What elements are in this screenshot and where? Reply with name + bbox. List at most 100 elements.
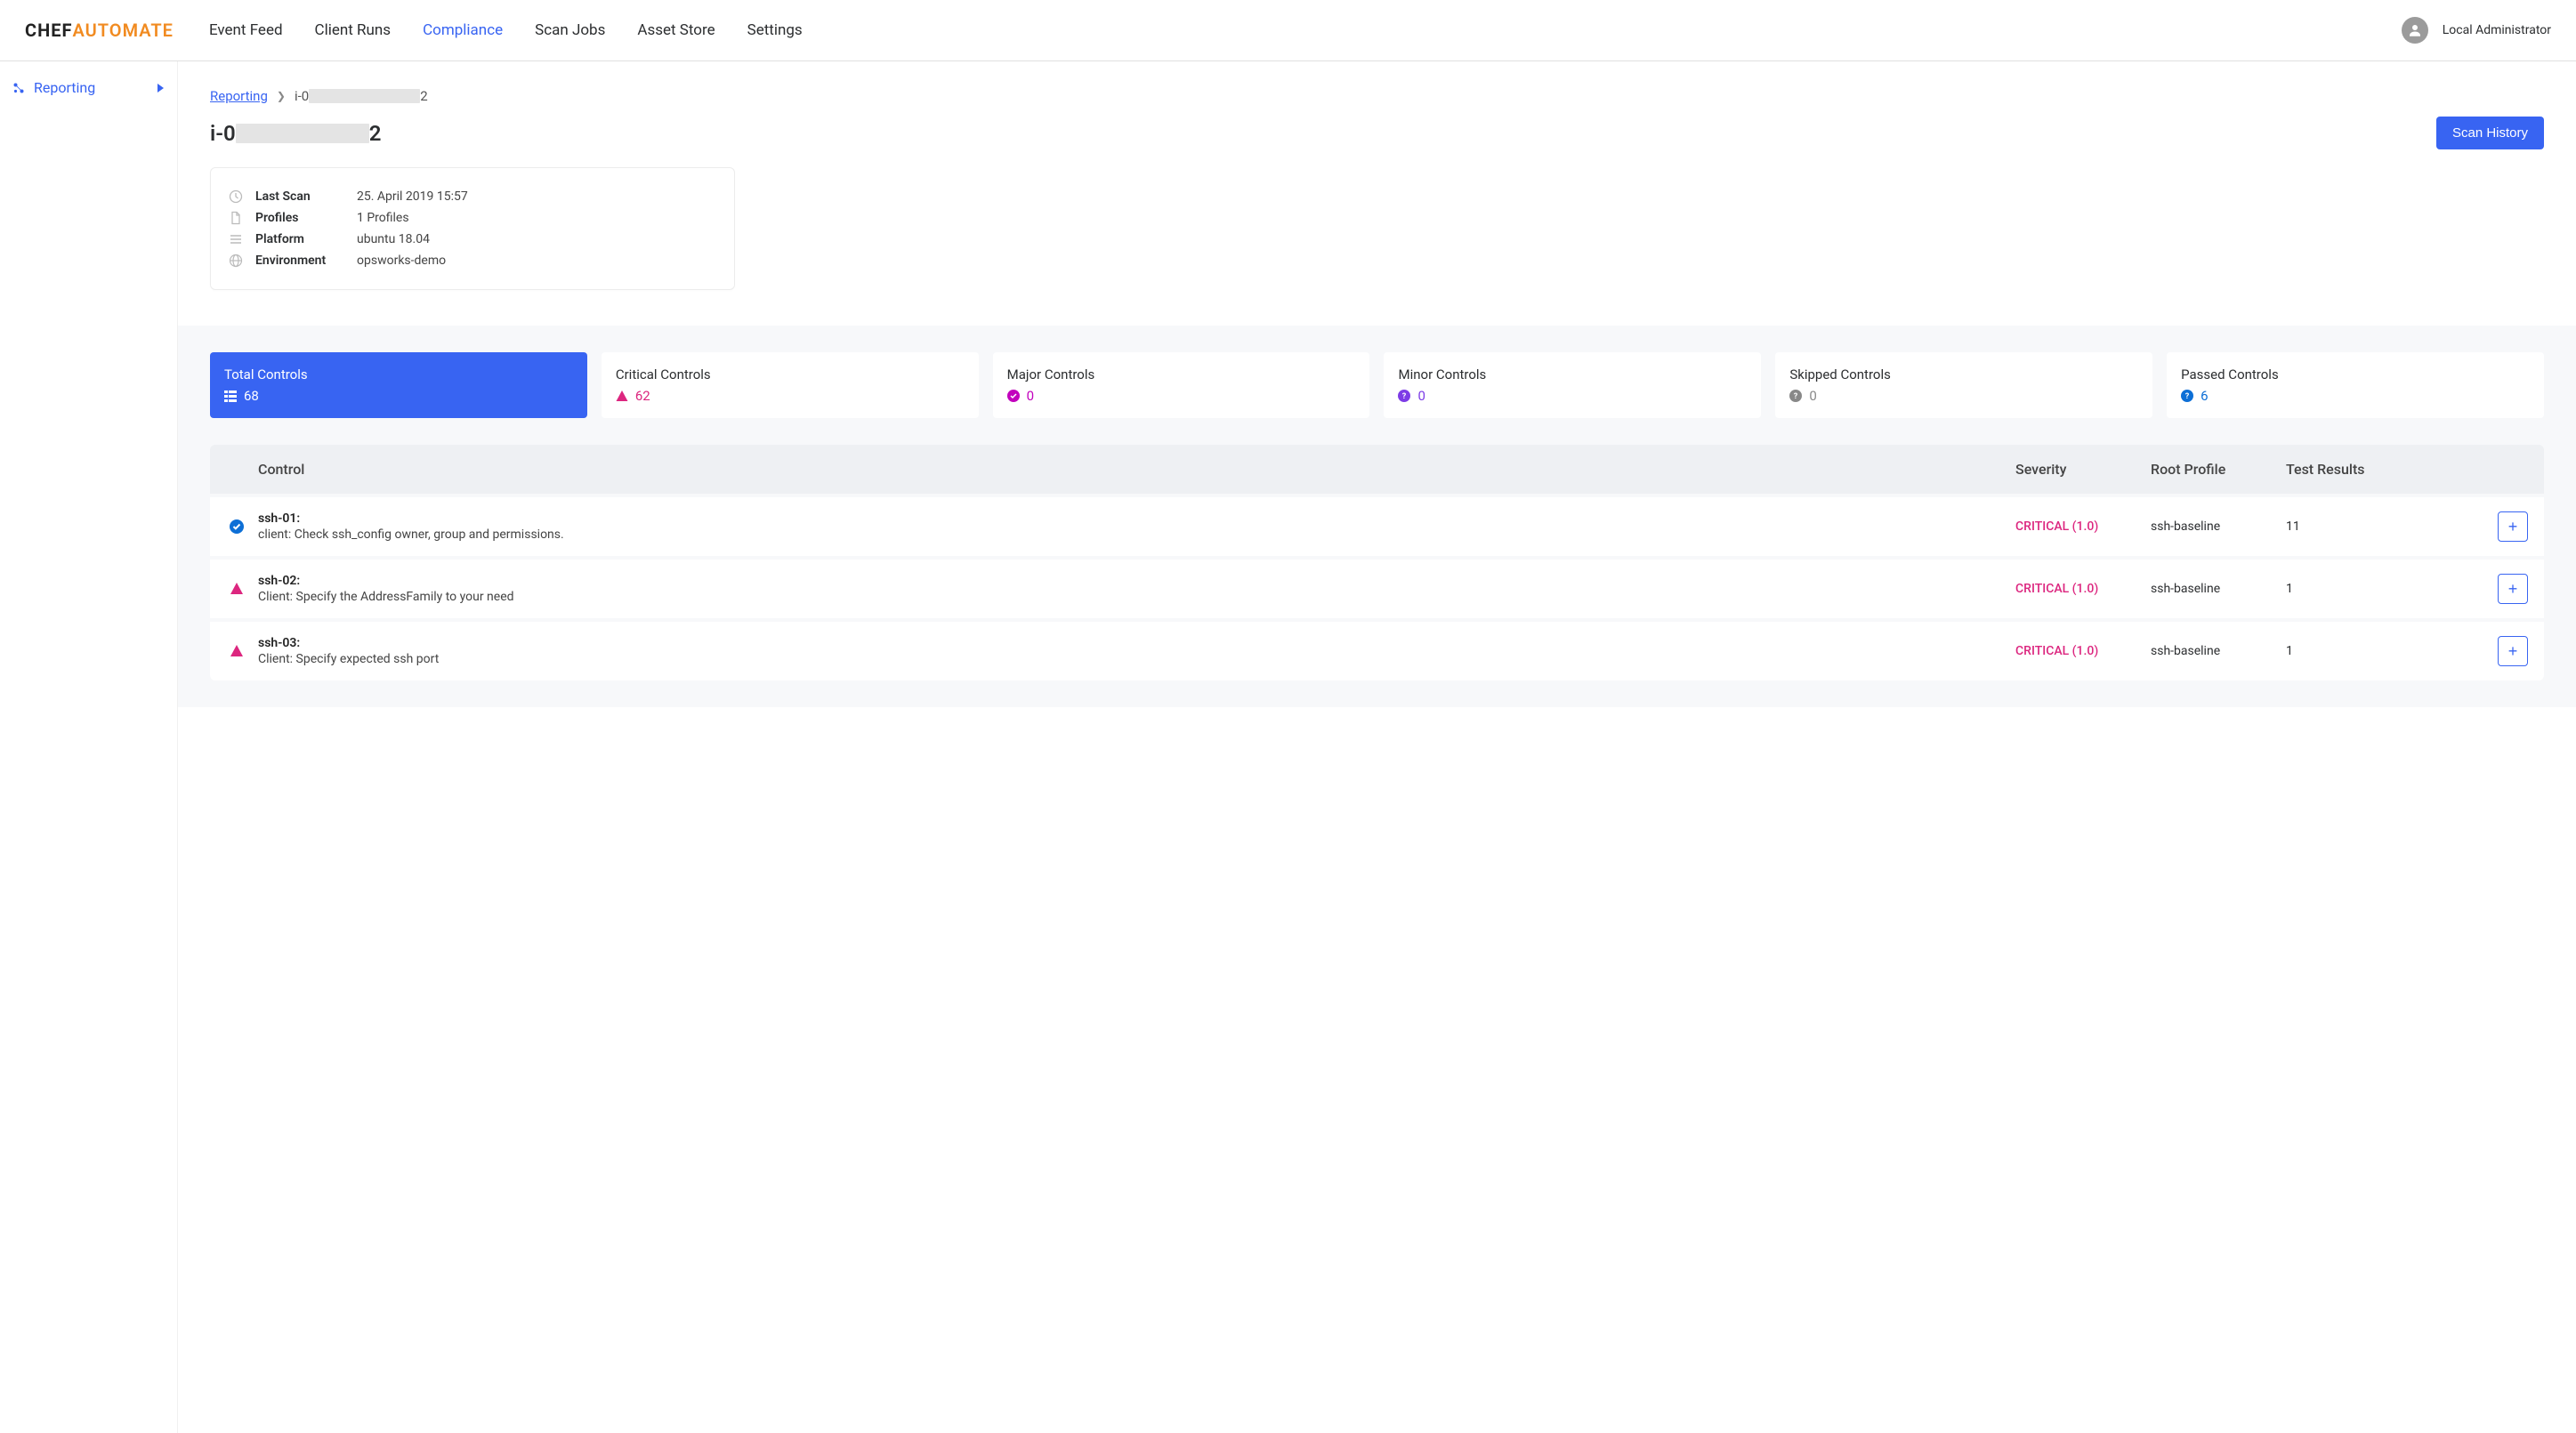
filter-card-major-controls[interactable]: Major Controls 0 [993,352,1370,418]
filter-card-skipped-controls[interactable]: Skipped Controls? 0 [1775,352,2152,418]
title-prefix: i-0 [210,121,236,146]
clock-icon [229,189,243,204]
redacted-text [309,89,420,103]
avatar [2402,17,2428,44]
breadcrumb-prefix: i-0 [295,88,309,104]
col-header-control: Control [258,461,2005,478]
control-cell: ssh-03: Client: Specify expected ssh port [258,636,2005,666]
control-desc: Client: Specify the AddressFamily to you… [258,590,2005,604]
col-header-severity: Severity [2015,461,2140,478]
filter-count: 0 [1809,388,1816,404]
filter-count: 0 [1417,388,1425,404]
filter-title: Skipped Controls [1789,366,2138,382]
filter-count: 0 [1027,388,1034,404]
info-value: ubuntu 18.04 [357,232,430,246]
status-fail-icon [226,583,247,595]
severity-cell: CRITICAL (1.0) [2015,644,2140,658]
controls-table: Control Severity Root Profile Test Resul… [210,445,2544,680]
table-row: ssh-03: Client: Specify expected ssh port… [210,622,2544,680]
top-nav-asset-store[interactable]: Asset Store [637,21,715,39]
sidebar-item-reporting[interactable]: Reporting [12,79,165,96]
control-id: ssh-03: [258,636,2005,650]
svg-text:?: ? [2185,392,2190,401]
scan-history-button[interactable]: Scan History [2436,117,2544,149]
control-cell: ssh-02:Client: Specify the AddressFamily… [258,574,2005,604]
results-cell: 1 [2286,644,2482,658]
filter-card-total-controls[interactable]: Total Controls68 [210,352,587,418]
circle-check-icon [1007,390,1020,402]
file-icon [229,211,243,225]
chevron-right-icon [157,79,165,96]
filter-count: 68 [244,388,259,404]
info-label: Environment [255,254,344,268]
severity-cell: CRITICAL (1.0) [2015,519,2140,534]
col-header-profile: Root Profile [2151,461,2275,478]
logo-chef: CHEF [25,20,72,41]
redacted-text [236,124,369,143]
expand-button[interactable]: + [2498,574,2528,604]
user-area[interactable]: Local Administrator [2402,17,2551,44]
circle-q-icon: ? [2181,390,2193,402]
filter-title: Critical Controls [616,366,965,382]
info-row-profiles: Profiles1 Profiles [229,207,716,229]
profile-cell: ssh-baseline [2151,519,2275,534]
globe-icon [229,254,243,268]
filter-cards: Total Controls68 Critical Controls 62 Major… [210,352,2544,418]
username: Local Administrator [2443,23,2551,37]
table-row: ssh-01:client: Check ssh_config owner, g… [210,497,2544,556]
top-nav: Event Feed Client Runs Compliance Scan Jobs… [209,21,2402,39]
control-desc: Client: Specify expected ssh port [258,652,2005,666]
top-nav-event-feed[interactable]: Event Feed [209,21,283,39]
page-title: i-0 2 [210,121,381,146]
filter-title: Passed Controls [2181,366,2530,382]
list-icon [224,390,237,402]
table-header: Control Severity Root Profile Test Resul… [210,445,2544,494]
col-header-results: Test Results [2286,461,2482,478]
filter-card-passed-controls[interactable]: Passed Controls?6 [2167,352,2544,418]
title-suffix: 2 [369,121,382,146]
nodes-icon [12,82,25,94]
severity-cell: CRITICAL (1.0) [2015,582,2140,596]
breadcrumb-link-reporting[interactable]: Reporting [210,88,268,104]
sidebar-label: Reporting [34,79,95,96]
info-label: Profiles [255,211,344,225]
user-icon [2407,22,2423,38]
sidebar: Reporting [0,61,178,1433]
list-icon [229,232,243,246]
circle-q-icon: ? [1789,390,1802,402]
control-cell: ssh-01:client: Check ssh_config owner, g… [258,511,2005,542]
top-nav-client-runs[interactable]: Client Runs [315,21,392,39]
info-label: Last Scan [255,189,344,204]
info-row-last-scan: Last Scan 25. April 2019 15:57 [229,186,716,207]
control-id: ssh-01: [258,511,2005,526]
info-label: Platform [255,232,344,246]
info-card: Last Scan 25. April 2019 15:57 Profiles1 P… [210,167,735,290]
top-nav-scan-jobs[interactable]: Scan Jobs [535,21,605,39]
info-row-platform: Platform ubuntu 18.04 [229,229,716,250]
status-pass-icon [226,519,247,534]
expand-button[interactable]: + [2498,636,2528,666]
filter-card-minor-controls[interactable]: Minor Controls?0 [1384,352,1761,418]
control-desc: client: Check ssh_config owner, group an… [258,527,2005,542]
expand-button[interactable]: + [2498,511,2528,542]
top-nav-compliance[interactable]: Compliance [423,21,503,39]
info-value: opsworks-demo [357,254,446,268]
svg-text:?: ? [1794,392,1798,401]
filter-card-critical-controls[interactable]: Critical Controls 62 [602,352,979,418]
filter-title: Major Controls [1007,366,1356,382]
results-cell: 11 [2286,519,2482,534]
breadcrumb: Reporting ❯ i-0 2 [210,88,2544,104]
chevron-right-icon: ❯ [277,90,286,102]
info-value: 25. April 2019 15:57 [357,189,468,204]
logo-automate: AUTOMATE [72,20,174,41]
breadcrumb-suffix: 2 [420,88,427,104]
main: Reporting ❯ i-0 2 i-0 2 Scan History Last … [178,61,2576,1433]
info-row-environment: Environment opsworks-demo [229,250,716,271]
status-fail-icon [226,645,247,657]
triangle-icon [616,390,628,402]
circle-q-icon: ? [1398,390,1410,402]
filter-count: 62 [635,388,650,404]
logo[interactable]: CHEFAUTOMATE [25,20,174,41]
header: CHEFAUTOMATE Event Feed Client Runs Compli… [0,0,2576,61]
top-nav-settings[interactable]: Settings [747,21,803,39]
